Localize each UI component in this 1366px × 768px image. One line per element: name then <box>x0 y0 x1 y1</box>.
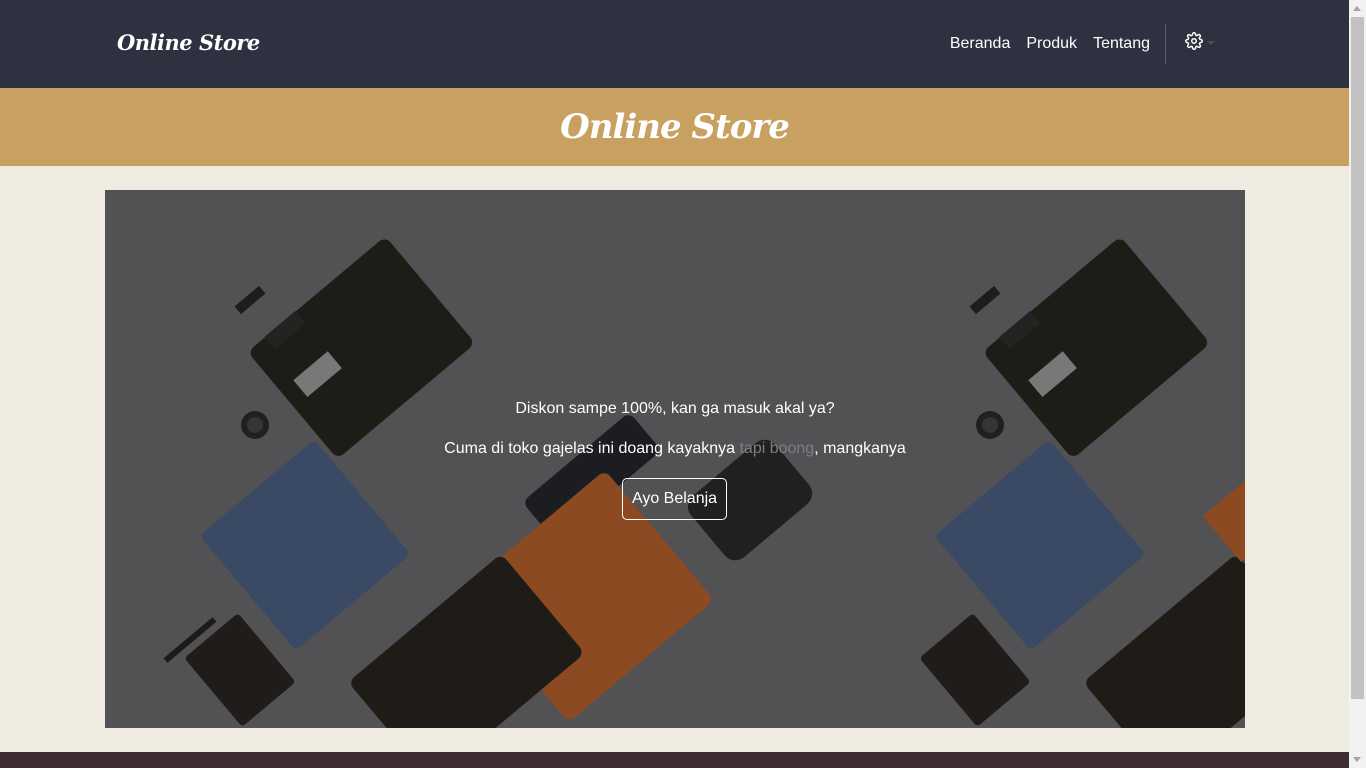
hero-subtagline-muted: tapi boong <box>739 440 815 457</box>
banner-title: Online Store <box>560 107 790 147</box>
hero-jumbotron: Diskon sampe 100%, kan ga masuk akal ya?… <box>105 190 1245 728</box>
nav-link-tentang[interactable]: Tentang <box>1093 35 1150 53</box>
hero-subtagline-end: , mangkanya <box>814 440 906 457</box>
gear-icon <box>1185 32 1203 54</box>
hero-subtagline-text: Cuma di toko gajelas ini doang kayaknya <box>444 440 740 457</box>
scroll-up-arrow-icon[interactable] <box>1353 6 1361 11</box>
page-banner: Online Store <box>0 88 1349 166</box>
nav-divider <box>1165 24 1166 64</box>
footer <box>0 752 1349 768</box>
hero-subtagline: Cuma di toko gajelas ini doang kayaknya … <box>105 440 1245 458</box>
brand-link[interactable]: Online Store <box>117 30 260 55</box>
hero-overlay <box>105 190 1245 728</box>
nav-links: Beranda Produk Tentang <box>934 0 1150 88</box>
scrollbar-thumb[interactable] <box>1351 17 1364 699</box>
settings-dropdown-toggle[interactable] <box>1185 32 1217 54</box>
hero-tagline: Diskon sampe 100%, kan ga masuk akal ya? <box>515 400 835 417</box>
scroll-down-arrow-icon[interactable] <box>1353 757 1361 762</box>
shop-now-button[interactable]: Ayo Belanja <box>622 478 727 520</box>
page-scrollbar[interactable] <box>1349 0 1366 768</box>
navbar: Online Store Beranda Produk Tentang <box>0 0 1349 88</box>
chevron-down-icon <box>1207 41 1215 45</box>
nav-link-produk[interactable]: Produk <box>1026 35 1077 53</box>
nav-link-beranda[interactable]: Beranda <box>950 35 1011 53</box>
